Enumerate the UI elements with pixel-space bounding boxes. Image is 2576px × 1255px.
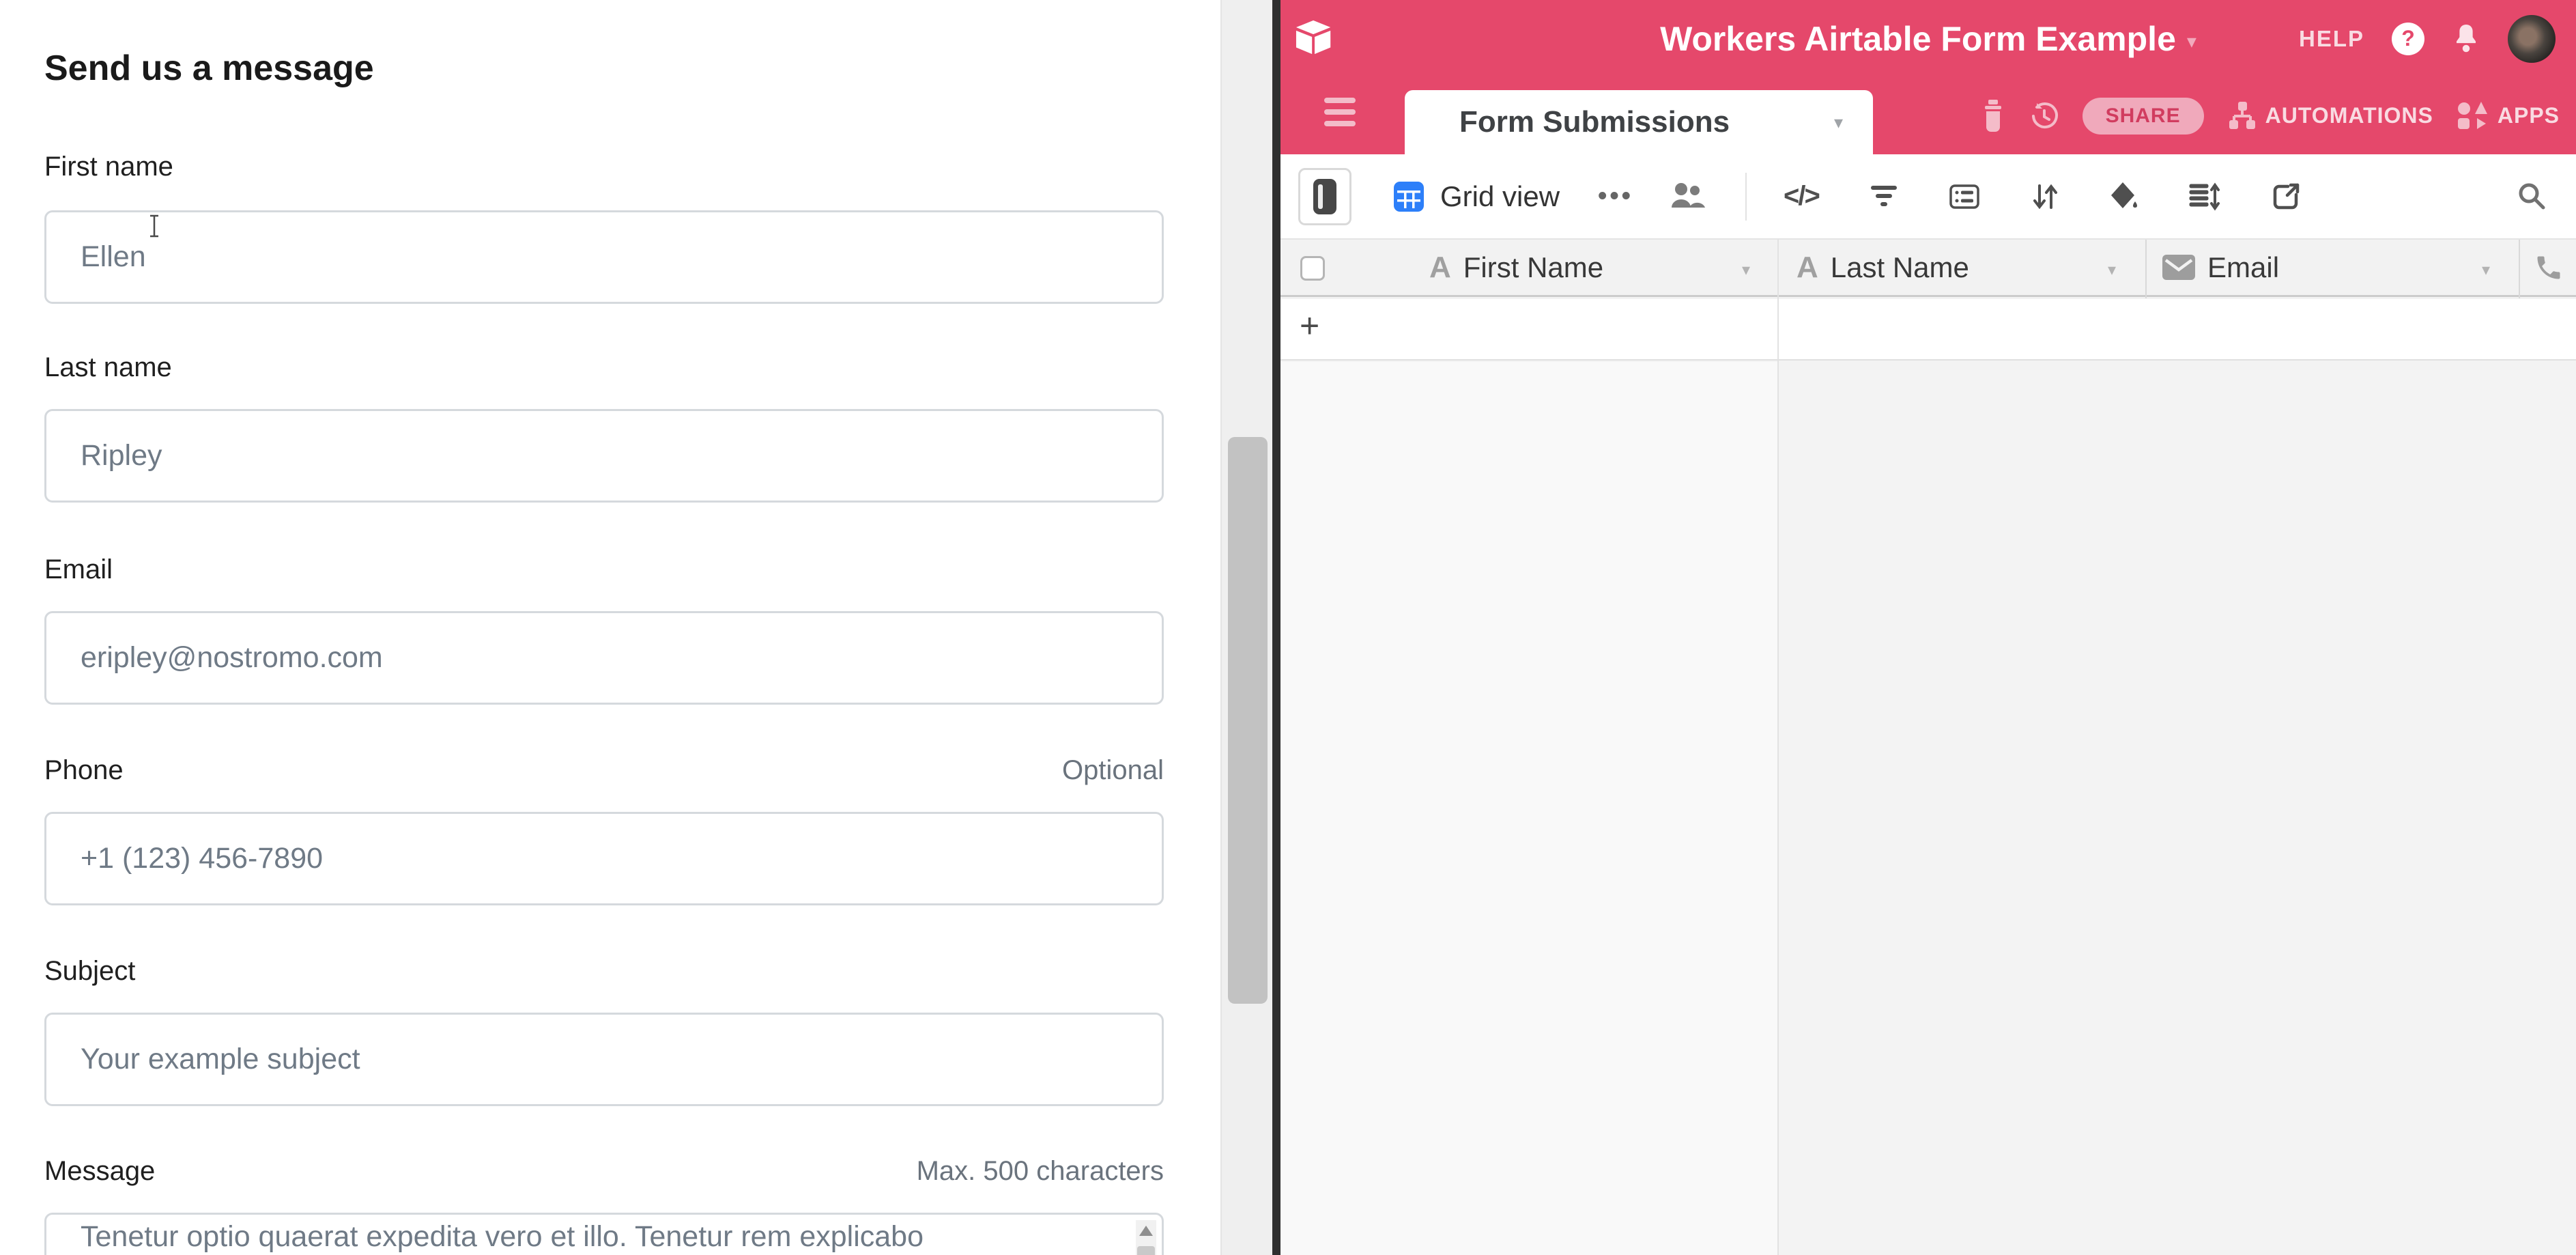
column-divider bbox=[2519, 240, 2520, 298]
notifications-bell-icon[interactable] bbox=[2452, 23, 2480, 55]
base-title: Workers Airtable Form Example bbox=[1660, 19, 2176, 59]
table-tab-label: Form Submissions bbox=[1459, 105, 1834, 139]
column-header-phone[interactable]: Phone bbox=[2534, 240, 2576, 295]
automations-button[interactable]: AUTOMATIONS bbox=[2227, 102, 2433, 130]
grid-view-icon bbox=[1394, 182, 1424, 212]
column-header-last-name[interactable]: A Last Name bbox=[1797, 240, 1969, 295]
message-text: Tenetur optio quaerat expedita vero et i… bbox=[81, 1220, 924, 1254]
single-line-text-icon: A bbox=[1797, 251, 1818, 285]
history-icon[interactable] bbox=[2029, 101, 2059, 131]
column-header-email[interactable]: Email bbox=[2162, 240, 2279, 295]
column-divider bbox=[2145, 240, 2147, 298]
email-label: Email bbox=[44, 554, 1164, 585]
text-cursor-icon bbox=[147, 213, 162, 242]
sidebar-toggle-icon bbox=[1313, 179, 1336, 214]
view-toolbar: Grid view ••• </> bbox=[1280, 154, 2576, 238]
trash-icon[interactable] bbox=[1980, 100, 2006, 132]
phone-input[interactable] bbox=[44, 812, 1164, 905]
table-tab-form-submissions[interactable]: Form Submissions ▾ bbox=[1405, 90, 1873, 154]
color-button[interactable] bbox=[2110, 181, 2138, 212]
phone-label: Phone bbox=[44, 755, 1164, 786]
scroll-up-arrow-icon[interactable] bbox=[1139, 1226, 1153, 1236]
screenshot-root: Send us a message First name Last name E… bbox=[0, 0, 2576, 1255]
message-maxchars-hint: Max. 500 characters bbox=[917, 1156, 1164, 1187]
view-sidebar-toggle-button[interactable] bbox=[1298, 168, 1351, 225]
automations-label: AUTOMATIONS bbox=[2265, 103, 2433, 128]
sort-button[interactable] bbox=[2031, 182, 2059, 211]
row-height-button[interactable] bbox=[2189, 182, 2220, 211]
grid-empty-area-frozen bbox=[1280, 362, 1777, 1255]
group-button[interactable] bbox=[1949, 181, 1980, 212]
subject-label: Subject bbox=[44, 956, 1164, 987]
pane-divider bbox=[1272, 0, 1280, 1255]
add-record-row[interactable]: + bbox=[1280, 299, 2576, 361]
single-line-text-icon: A bbox=[1429, 251, 1451, 285]
phone-field-icon bbox=[2534, 253, 2564, 283]
first-name-input[interactable] bbox=[44, 210, 1164, 304]
view-switcher-button[interactable]: Grid view bbox=[1440, 180, 1560, 213]
phone-optional-hint: Optional bbox=[1062, 755, 1164, 786]
email-input[interactable] bbox=[44, 611, 1164, 705]
hide-fields-button[interactable]: </> bbox=[1784, 181, 1819, 212]
apps-label: APPS bbox=[2498, 103, 2560, 128]
message-textarea[interactable]: Tenetur optio quaerat expedita vero et i… bbox=[44, 1213, 1164, 1255]
base-title-caret-icon: ▾ bbox=[2187, 25, 2196, 53]
message-scrollbar bbox=[1136, 1220, 1156, 1255]
view-options-ellipsis-button[interactable]: ••• bbox=[1598, 182, 1633, 211]
first-name-label: First name bbox=[44, 152, 1164, 182]
page-scrollbar bbox=[1220, 0, 1272, 1255]
share-button[interactable]: SHARE bbox=[2083, 98, 2204, 135]
select-all-checkbox[interactable] bbox=[1300, 256, 1325, 281]
contact-form-pane: Send us a message First name Last name E… bbox=[0, 0, 1220, 1255]
apps-button[interactable]: APPS bbox=[2457, 102, 2560, 130]
subject-input[interactable] bbox=[44, 1013, 1164, 1106]
help-button[interactable]: HELP bbox=[2299, 26, 2364, 52]
add-record-plus-icon[interactable]: + bbox=[1300, 306, 1319, 346]
filter-button[interactable] bbox=[1870, 183, 1898, 210]
question-icon[interactable]: ? bbox=[2392, 23, 2424, 55]
airtable-topbar: Workers Airtable Form Example ▾ HELP ? bbox=[1280, 0, 2576, 77]
page-scrollbar-thumb[interactable] bbox=[1228, 437, 1268, 1004]
topbar-right-cluster: HELP ? bbox=[2299, 0, 2556, 77]
menu-hamburger-icon[interactable] bbox=[1324, 98, 1356, 132]
tabbar-right-cluster: SHARE AUTOMATIONS bbox=[1980, 77, 2560, 154]
column-caret-icon[interactable]: ▾ bbox=[2482, 260, 2490, 280]
primary-column-divider bbox=[1777, 238, 1779, 1255]
table-tab-caret-icon: ▾ bbox=[1834, 112, 1843, 133]
email-field-icon bbox=[2162, 255, 2195, 280]
message-scrollbar-thumb[interactable] bbox=[1137, 1246, 1155, 1255]
grid-empty-area bbox=[1779, 362, 2576, 1255]
form-title: Send us a message bbox=[44, 48, 374, 89]
column-header-first-name[interactable]: A First Name bbox=[1429, 240, 1603, 295]
airtable-tabbar: Form Submissions ▾ bbox=[1280, 77, 2576, 154]
collaborators-icon[interactable] bbox=[1670, 182, 1706, 212]
column-caret-icon[interactable]: ▾ bbox=[1742, 260, 1750, 280]
last-name-input[interactable] bbox=[44, 409, 1164, 503]
search-icon[interactable] bbox=[2516, 180, 2547, 212]
share-view-button[interactable] bbox=[2271, 182, 2301, 212]
grid-header-row: A First Name ▾ A Last Name ▾ Email ▾ bbox=[1280, 238, 2576, 297]
user-avatar[interactable] bbox=[2508, 15, 2556, 63]
toolbar-divider bbox=[1745, 173, 1747, 221]
column-caret-icon[interactable]: ▾ bbox=[2108, 260, 2116, 280]
last-name-label: Last name bbox=[44, 352, 1164, 383]
airtable-pane: Workers Airtable Form Example ▾ HELP ? bbox=[1280, 0, 2576, 1255]
